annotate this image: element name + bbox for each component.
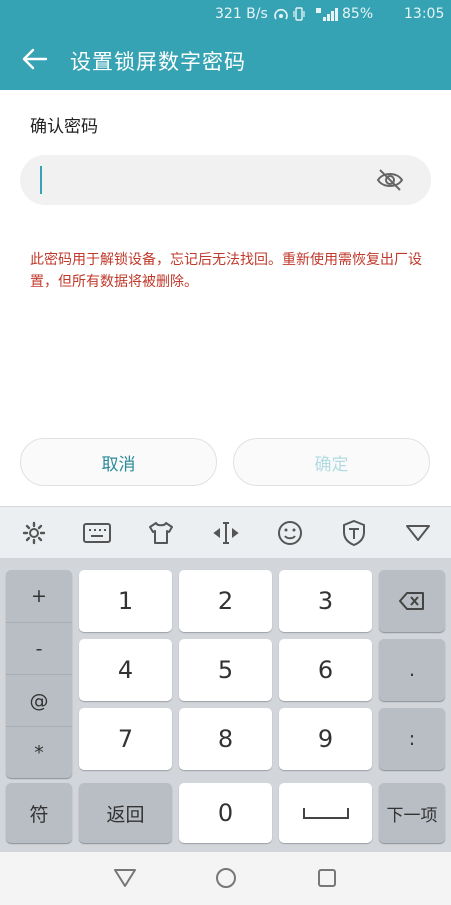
text-cursor [40, 166, 42, 194]
keyboard-icon[interactable] [83, 519, 111, 547]
confirm-password-label: 确认密码 [30, 117, 98, 137]
numeric-keyboard: + - @ * 1 2 3 4 5 6 . 7 8 9 : 符 返回 0 下一项 [0, 558, 451, 852]
key-3[interactable]: 3 [279, 570, 372, 632]
backspace-icon [399, 592, 424, 610]
arrow-left-icon [22, 48, 48, 70]
hotspot-icon [272, 6, 290, 22]
signal-4g-icon [315, 6, 339, 22]
recents-square-icon[interactable] [313, 864, 341, 892]
tshirt-icon[interactable] [147, 519, 175, 547]
home-circle-icon[interactable] [212, 864, 240, 892]
key-dot[interactable]: . [379, 639, 445, 701]
cursor-move-icon[interactable] [212, 519, 240, 547]
smiley-icon[interactable] [276, 519, 304, 547]
network-speed: 321 B/s [215, 6, 268, 22]
key-0[interactable]: 0 [179, 783, 272, 843]
key-minus[interactable]: - [6, 622, 72, 674]
next-field-key[interactable]: 下一项 [379, 783, 445, 843]
key-6[interactable]: 6 [279, 639, 372, 701]
gear-icon[interactable] [20, 519, 48, 547]
back-button[interactable] [20, 44, 50, 74]
return-key[interactable]: 返回 [79, 783, 172, 843]
status-bar: 321 B/s 85% 13:05 [0, 0, 451, 30]
warning-message: 此密码用于解锁设备，忘记后无法找回。重新使用需恢复出厂设置，但所有数据将被删除。 [30, 252, 422, 290]
key-2[interactable]: 2 [179, 570, 272, 632]
password-input[interactable] [20, 155, 431, 205]
key-4[interactable]: 4 [79, 639, 172, 701]
key-5[interactable]: 5 [179, 639, 272, 701]
cancel-button[interactable]: 取消 [20, 438, 217, 486]
symbol-column: + - @ * [6, 570, 72, 778]
keyboard-toolbar [0, 506, 451, 558]
key-at[interactable]: @ [6, 674, 72, 726]
key-1[interactable]: 1 [79, 570, 172, 632]
system-nav-bar [0, 852, 451, 905]
confirm-button[interactable]: 确定 [233, 438, 430, 486]
space-key[interactable] [279, 783, 372, 843]
key-8[interactable]: 8 [179, 708, 272, 770]
key-plus[interactable]: + [6, 570, 72, 622]
back-triangle-icon[interactable] [111, 864, 139, 892]
symbols-key[interactable]: 符 [6, 783, 72, 843]
page-title: 设置锁屏数字密码 [70, 50, 246, 74]
battery-percent: 85% [342, 6, 374, 22]
vibrate-icon [293, 6, 305, 22]
backspace-key[interactable] [379, 570, 445, 632]
space-bar-icon [302, 808, 349, 819]
key-9[interactable]: 9 [279, 708, 372, 770]
key-7[interactable]: 7 [79, 708, 172, 770]
eye-off-icon[interactable] [375, 166, 405, 194]
app-header: 321 B/s 85% 13:05 设置锁屏数字密码 [0, 0, 451, 90]
key-colon[interactable]: : [379, 708, 445, 770]
key-asterisk[interactable]: * [6, 726, 72, 778]
shield-t-icon[interactable] [340, 519, 368, 547]
clock: 13:05 [404, 6, 445, 22]
collapse-triangle-icon[interactable] [404, 519, 432, 547]
